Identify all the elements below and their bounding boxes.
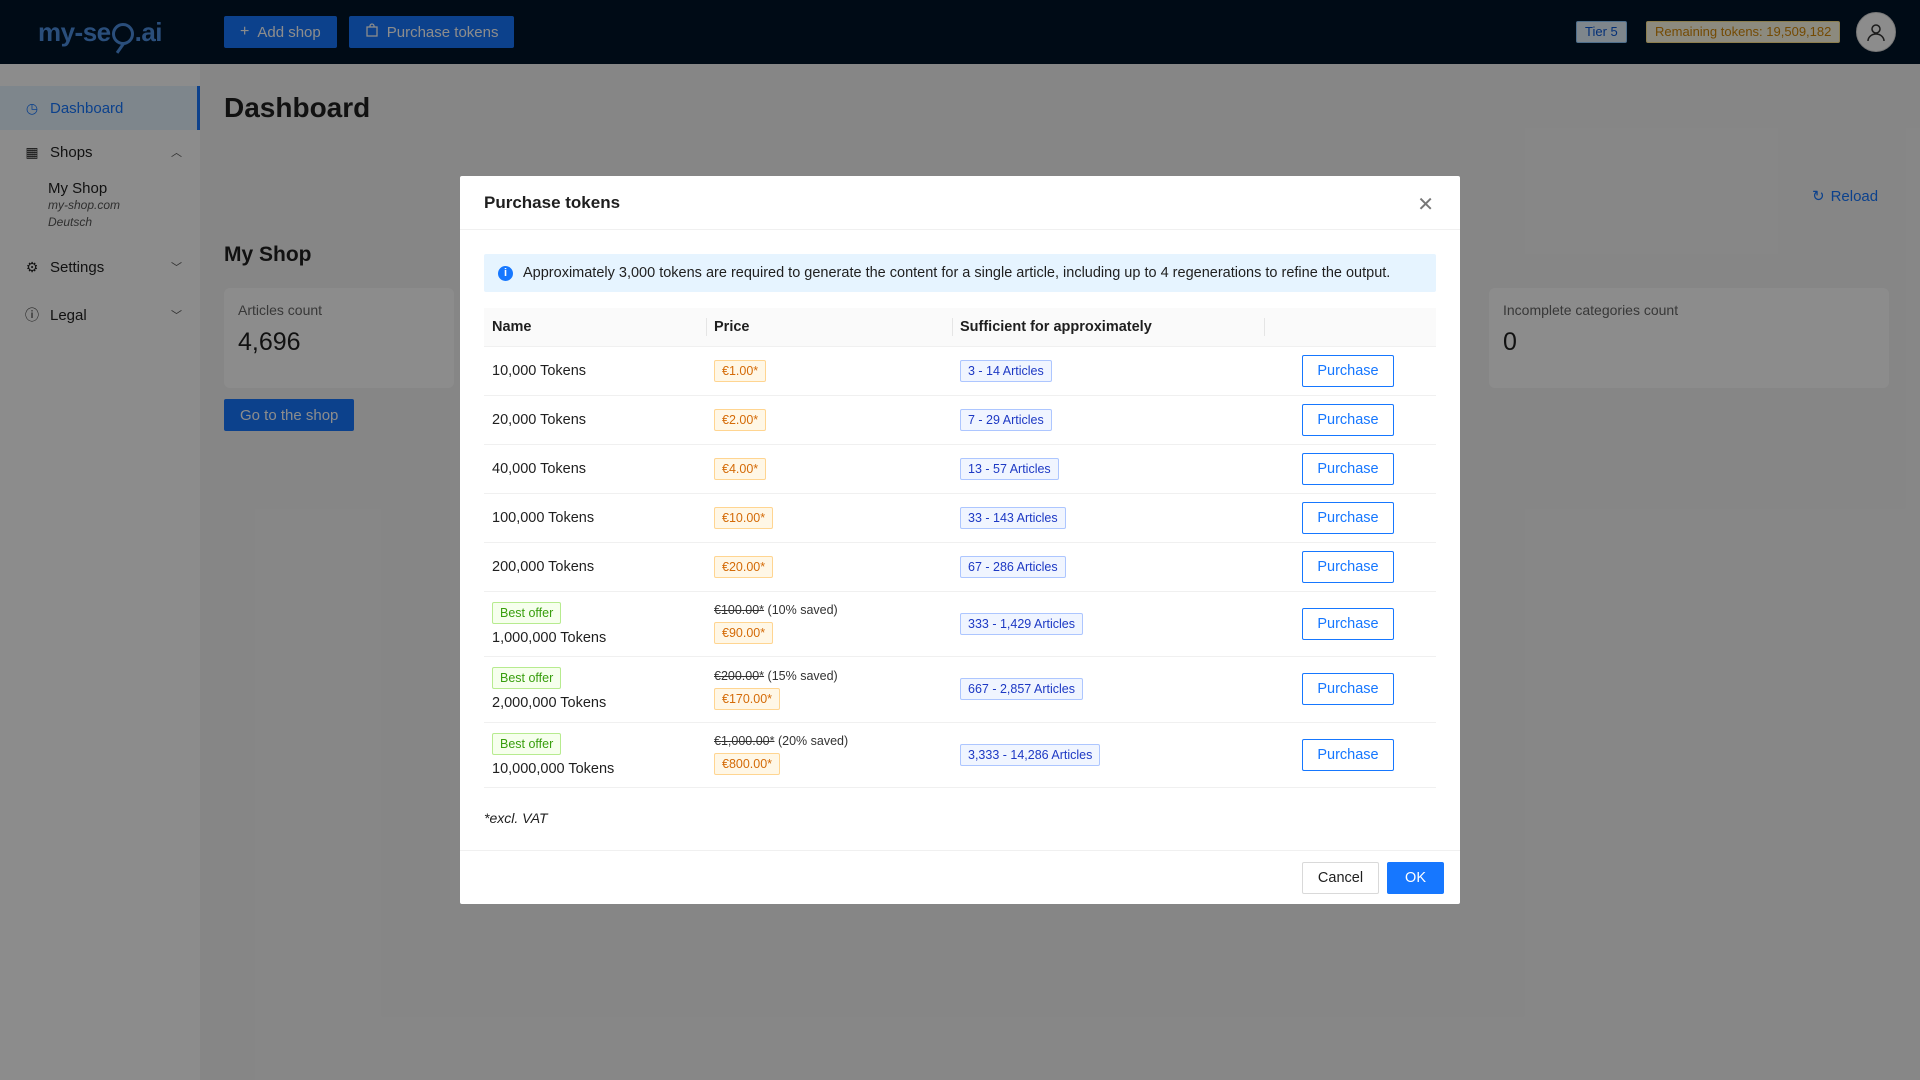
saved-percent: (20% saved) <box>777 734 849 749</box>
original-price: €1,000.00* <box>714 734 775 749</box>
column-header-sufficient: Sufficient for approximately <box>952 308 1264 347</box>
table-row: Best offer 10,000,000 Tokens €1,000.00* … <box>484 722 1436 788</box>
purchase-button[interactable]: Purchase <box>1302 673 1394 706</box>
close-icon[interactable]: ✕ <box>1417 192 1434 217</box>
purchase-button[interactable]: Purchase <box>1302 452 1394 485</box>
cancel-button[interactable]: Cancel <box>1301 861 1380 894</box>
package-name: 10,000,000 Tokens <box>492 760 615 777</box>
package-name: 200,000 Tokens <box>484 542 706 592</box>
package-name: 2,000,000 Tokens <box>492 695 607 712</box>
articles-tag: 7 - 29 Articles <box>960 408 1052 431</box>
table-row: Best offer 1,000,000 Tokens €100.00* (10… <box>484 591 1436 657</box>
price-tag: €1.00* <box>714 359 767 382</box>
articles-tag: 33 - 143 Articles <box>960 506 1066 529</box>
price-tag: €4.00* <box>714 457 767 480</box>
articles-tag: 13 - 57 Articles <box>960 457 1059 480</box>
package-name: 10,000 Tokens <box>484 346 706 396</box>
info-icon: i <box>498 265 513 281</box>
table-row: 100,000 Tokens €10.00* 33 - 143 Articles… <box>484 493 1436 543</box>
table-row: 200,000 Tokens €20.00* 67 - 286 Articles… <box>484 542 1436 592</box>
original-price: €200.00* <box>714 668 765 683</box>
column-header-price: Price <box>706 308 952 347</box>
purchase-button[interactable]: Purchase <box>1302 501 1394 534</box>
best-offer-badge: Best offer <box>492 601 562 624</box>
column-header-name: Name <box>484 308 706 347</box>
price-tag: €800.00* <box>714 753 781 776</box>
articles-tag: 333 - 1,429 Articles <box>960 612 1084 635</box>
package-name: 100,000 Tokens <box>484 493 706 543</box>
saved-percent: (10% saved) <box>767 603 838 618</box>
articles-tag: 667 - 2,857 Articles <box>960 678 1084 701</box>
package-name: 40,000 Tokens <box>484 444 706 494</box>
purchase-button[interactable]: Purchase <box>1302 354 1394 387</box>
purchase-button[interactable]: Purchase <box>1302 607 1394 640</box>
token-packages-table: Name Price Sufficient for approximately … <box>484 308 1436 788</box>
best-offer-badge: Best offer <box>492 732 562 755</box>
saved-percent: (15% saved) <box>767 668 838 683</box>
articles-tag: 67 - 286 Articles <box>960 555 1066 578</box>
purchase-button[interactable]: Purchase <box>1302 403 1394 436</box>
price-tag: €10.00* <box>714 506 774 529</box>
package-name: 20,000 Tokens <box>484 395 706 445</box>
articles-tag: 3 - 14 Articles <box>960 359 1052 382</box>
ok-button[interactable]: OK <box>1387 861 1444 894</box>
table-row: 10,000 Tokens €1.00* 3 - 14 Articles Pur… <box>484 346 1436 396</box>
price-tag: €90.00* <box>714 622 774 645</box>
table-row: Best offer 2,000,000 Tokens €200.00* (15… <box>484 656 1436 723</box>
vat-note: *excl. VAT <box>484 810 548 826</box>
purchase-button[interactable]: Purchase <box>1302 738 1394 771</box>
modal-header: Purchase tokens ✕ <box>460 176 1460 230</box>
table-row: 40,000 Tokens €4.00* 13 - 57 Articles Pu… <box>484 444 1436 494</box>
info-text: Approximately 3,000 tokens are required … <box>523 265 1391 281</box>
column-header-action <box>1264 308 1436 347</box>
best-offer-badge: Best offer <box>492 667 562 690</box>
price-tag: €20.00* <box>714 555 774 578</box>
purchase-button[interactable]: Purchase <box>1302 550 1394 583</box>
price-tag: €2.00* <box>714 408 767 431</box>
price-tag: €170.00* <box>714 687 781 710</box>
articles-tag: 3,333 - 14,286 Articles <box>960 743 1101 766</box>
table-row: 20,000 Tokens €2.00* 7 - 29 Articles Pur… <box>484 395 1436 445</box>
package-name: 1,000,000 Tokens <box>492 629 607 646</box>
modal-title: Purchase tokens <box>484 192 621 212</box>
modal-footer: Cancel OK <box>460 850 1460 904</box>
original-price: €100.00* <box>714 603 765 618</box>
purchase-tokens-modal: Purchase tokens ✕ i Approximately 3,000 … <box>460 176 1460 904</box>
info-alert: i Approximately 3,000 tokens are require… <box>484 254 1436 292</box>
